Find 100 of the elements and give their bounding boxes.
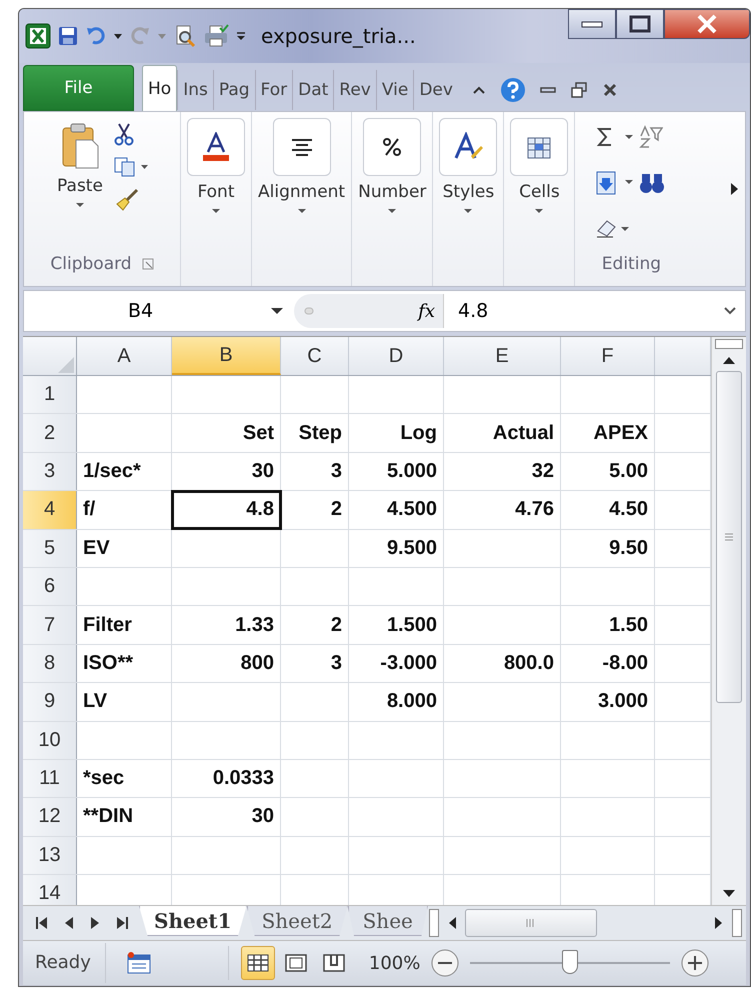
row-header[interactable]: 4 bbox=[23, 491, 77, 529]
table-cell: LV bbox=[77, 683, 172, 721]
row-header[interactable]: 11 bbox=[23, 760, 77, 798]
row-header[interactable]: 8 bbox=[23, 644, 77, 682]
split-handle[interactable] bbox=[732, 909, 742, 937]
maximize-button[interactable] bbox=[616, 9, 664, 39]
ribbon-tab[interactable]: Pag bbox=[212, 70, 255, 110]
ribbon-tab[interactable]: For bbox=[254, 70, 292, 110]
ribbon-tab[interactable]: Dev bbox=[413, 70, 458, 110]
align-center-icon bbox=[290, 137, 313, 157]
vertical-scroll-thumb[interactable] bbox=[716, 371, 742, 703]
table-cell: 9.50 bbox=[561, 530, 655, 567]
table-cell: 2 bbox=[281, 606, 349, 644]
table-cell: 5.00 bbox=[561, 452, 655, 490]
font-color-icon bbox=[202, 132, 230, 162]
split-handle[interactable] bbox=[429, 909, 439, 937]
splitter-handle-icon[interactable] bbox=[304, 306, 314, 316]
table-cell: 2 bbox=[281, 491, 349, 529]
copy-icon[interactable] bbox=[112, 156, 149, 178]
scroll-down-icon[interactable] bbox=[722, 889, 736, 899]
column-header[interactable]: B bbox=[172, 337, 281, 375]
row-header[interactable]: 3 bbox=[23, 452, 77, 490]
row-header[interactable]: 7 bbox=[23, 606, 77, 644]
excel-logo-icon[interactable] bbox=[25, 23, 51, 49]
zoom-in-icon[interactable] bbox=[680, 948, 710, 978]
row-header[interactable]: 2 bbox=[23, 414, 77, 452]
help-icon[interactable] bbox=[500, 77, 526, 103]
zoom-slider-thumb[interactable] bbox=[562, 950, 578, 974]
macro-record-icon[interactable] bbox=[126, 951, 152, 975]
customize-caret-icon[interactable] bbox=[235, 30, 247, 42]
minimize-icon[interactable] bbox=[540, 86, 556, 94]
ribbon-tab[interactable]: Dat bbox=[292, 70, 334, 110]
table-cell: **DIN bbox=[77, 798, 172, 836]
first-sheet-icon[interactable] bbox=[35, 916, 49, 930]
minimize-button[interactable] bbox=[568, 9, 616, 39]
previous-sheet-icon[interactable] bbox=[63, 916, 75, 930]
column-header[interactable]: D bbox=[349, 337, 444, 375]
file-tab[interactable]: File bbox=[23, 65, 134, 111]
scroll-right-icon[interactable] bbox=[729, 182, 739, 196]
row-header[interactable]: 10 bbox=[23, 722, 77, 759]
dialog-launcher-icon[interactable] bbox=[142, 258, 154, 270]
table-cell: 1.33 bbox=[172, 606, 281, 644]
table-cell: 3 bbox=[281, 644, 349, 682]
save-icon[interactable] bbox=[57, 25, 79, 47]
ribbon-tab[interactable]: Ins bbox=[177, 70, 213, 110]
caret-icon[interactable] bbox=[113, 32, 123, 40]
ribbon-tab[interactable]: Rev bbox=[333, 70, 376, 110]
table-cell: Actual bbox=[444, 414, 561, 452]
caret-icon bbox=[74, 202, 85, 208]
zoom-out-icon[interactable] bbox=[430, 948, 460, 978]
sort-filter-icon[interactable] bbox=[639, 124, 664, 149]
row-header[interactable]: 12 bbox=[23, 798, 77, 836]
close-icon[interactable] bbox=[602, 82, 618, 98]
row-header[interactable]: 5 bbox=[23, 530, 77, 567]
split-handle[interactable] bbox=[715, 339, 743, 349]
page-icon bbox=[284, 954, 307, 972]
scissors-icon[interactable] bbox=[112, 122, 135, 146]
row-header[interactable]: 9 bbox=[23, 683, 77, 721]
insert-function-button[interactable]: fx bbox=[418, 300, 435, 322]
caret-icon bbox=[387, 208, 398, 214]
row-header[interactable]: 13 bbox=[23, 836, 77, 874]
table-cell: Log bbox=[349, 414, 444, 452]
fill-down-icon[interactable] bbox=[595, 170, 636, 196]
column-header[interactable]: E bbox=[444, 337, 561, 375]
close-button[interactable] bbox=[664, 9, 750, 39]
ribbon-group-button[interactable]: Number bbox=[356, 118, 428, 214]
sheet-tab[interactable]: Shee bbox=[348, 906, 428, 936]
horizontal-scroll-thumb[interactable] bbox=[465, 909, 597, 937]
sheet-tab[interactable]: Sheet1 bbox=[139, 906, 247, 936]
restore-icon[interactable] bbox=[570, 81, 588, 99]
normal-view-button[interactable] bbox=[240, 946, 275, 980]
collapse-ribbon-icon[interactable] bbox=[472, 85, 486, 95]
last-sheet-icon[interactable] bbox=[115, 916, 129, 930]
scroll-up-icon[interactable] bbox=[722, 355, 736, 365]
name-box[interactable]: B4 bbox=[24, 300, 294, 322]
caret-icon bbox=[463, 208, 474, 214]
group-label: Editing bbox=[602, 254, 662, 274]
table-cell: 1.50 bbox=[561, 606, 655, 644]
row-header[interactable]: 14 bbox=[23, 875, 77, 905]
table-cell: 4.76 bbox=[444, 491, 561, 529]
formula-field[interactable]: 4.8 bbox=[444, 300, 723, 322]
next-sheet-icon[interactable] bbox=[89, 916, 101, 930]
printer-icon[interactable] bbox=[203, 24, 229, 48]
scroll-right-icon[interactable] bbox=[714, 916, 724, 930]
caret-icon bbox=[296, 208, 307, 214]
scroll-left-icon[interactable] bbox=[447, 916, 457, 930]
column-header[interactable]: C bbox=[281, 337, 349, 375]
ribbon-group-button[interactable]: Alignment bbox=[256, 118, 348, 214]
row-header[interactable]: 6 bbox=[23, 568, 77, 606]
zoom-level[interactable]: 100% bbox=[368, 952, 420, 974]
sheet-tab[interactable]: Sheet2 bbox=[246, 906, 348, 936]
window-title: exposure_tria... bbox=[261, 24, 416, 48]
expand-chevron-icon[interactable] bbox=[723, 306, 737, 316]
ribbon-tab[interactable]: Vie bbox=[376, 70, 414, 110]
column-header[interactable]: F bbox=[561, 337, 655, 375]
undo-icon[interactable] bbox=[85, 25, 107, 47]
row-header[interactable]: 1 bbox=[23, 376, 77, 414]
paste-button[interactable]: Paste bbox=[55, 118, 105, 246]
ribbon-tab[interactable]: Ho bbox=[142, 65, 178, 111]
table-cell: 30 bbox=[172, 798, 281, 836]
